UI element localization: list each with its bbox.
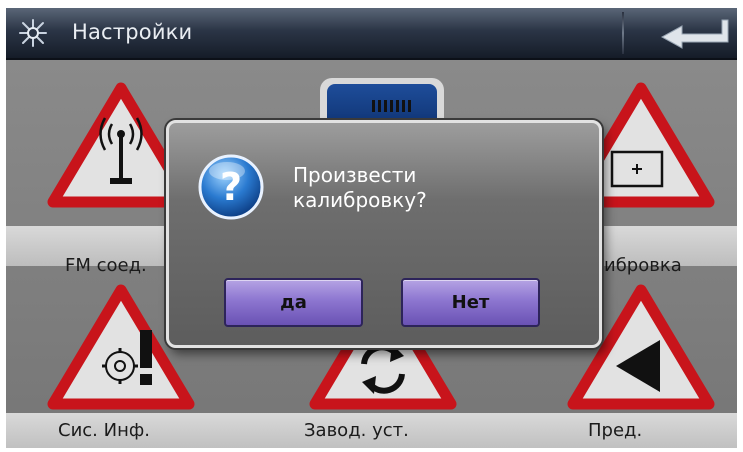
svg-text:?: ? (220, 165, 242, 209)
calibration-dialog: ? Произвести калибровку? да Нет (166, 120, 602, 348)
page-title: Настройки (72, 20, 193, 44)
tile-label-factory-reset: Завод. уст. (304, 420, 409, 441)
gear-sparkle-icon (19, 19, 47, 47)
tile-label-calibration: ибровка (604, 255, 682, 276)
yes-button[interactable]: да (224, 278, 363, 327)
settings-screen: Настройки FM соед. ибровка Сис. Инф. Зав… (6, 8, 737, 448)
tile-label-fm: FM соед. (65, 255, 147, 276)
tile-label-previous: Пред. (588, 420, 643, 441)
title-bar: Настройки (6, 8, 737, 60)
question-icon: ? (198, 154, 264, 220)
dialog-message: Произвести калибровку? (293, 163, 573, 213)
dialog-message-line1: Произвести (293, 163, 417, 187)
dialog-message-line2: калибровку? (293, 188, 427, 212)
title-divider (622, 12, 624, 54)
return-arrow-icon (660, 19, 729, 49)
back-button[interactable] (636, 12, 734, 54)
tile-label-system-info: Сис. Инф. (58, 420, 150, 441)
no-button[interactable]: Нет (401, 278, 540, 327)
